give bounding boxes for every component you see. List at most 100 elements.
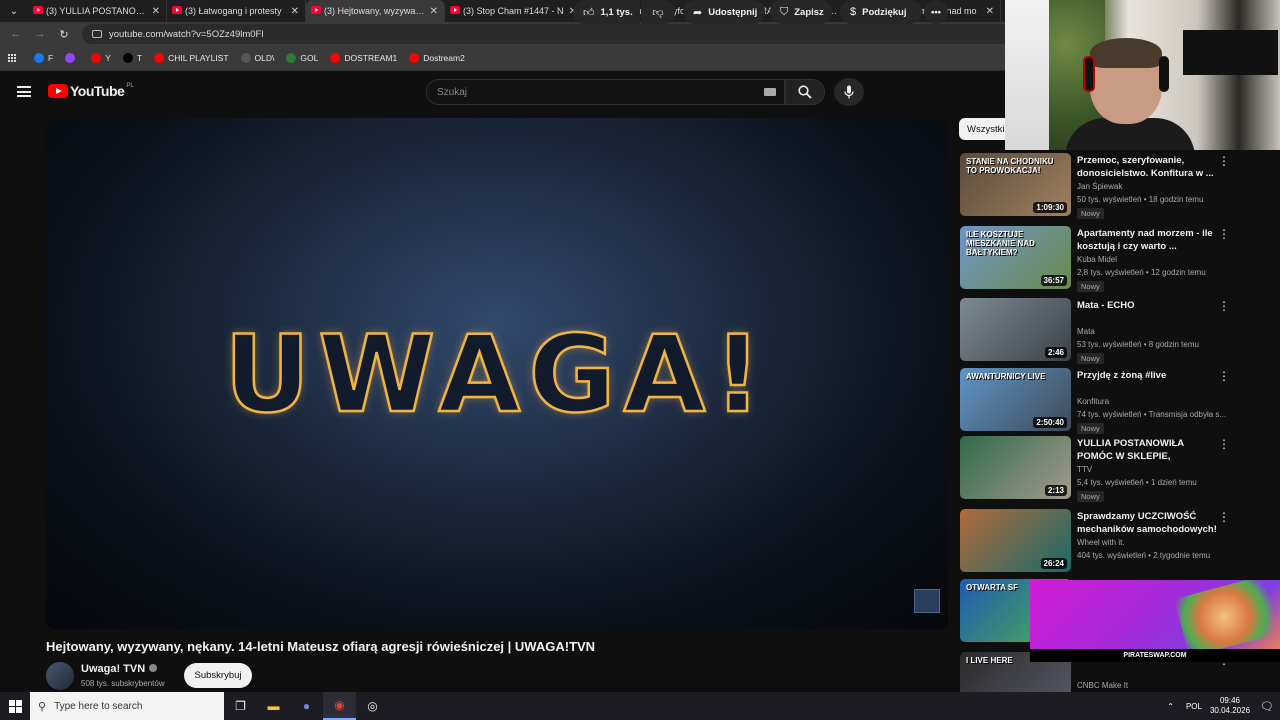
channel-name[interactable]: CNBC Make It [1077,681,1128,690]
video-player[interactable]: UWAGA! [46,118,948,629]
forward-button[interactable]: → [28,28,52,40]
bookmark-item[interactable]: Y [91,53,111,63]
search-input[interactable]: Szukaj [426,79,785,105]
video-thumbnail[interactable]: ILE KOSZTUJE MIESZKANIE NAD BAŁTYKIEM? 36… [960,226,1071,289]
browser-tab[interactable]: (3) Łatwogang i protesty ✕ [167,0,306,22]
more-options-icon[interactable]: ⋮ [1218,228,1230,240]
channel-name[interactable]: TTV [1077,465,1092,474]
youtube-favicon-icon [33,6,43,14]
back-button[interactable]: ← [4,28,28,40]
tray-overflow-icon[interactable]: ⌃ [1167,702,1174,711]
like-button[interactable]: 👍︎ 1,1 tys. [573,0,640,24]
recommended-video[interactable]: 2:13 YULLIA POSTANOWIŁA POMÓC W SKLEPIE, … [960,436,1230,502]
video-thumbnail[interactable]: 2:13 [960,436,1071,499]
bookmark-item[interactable]: T [122,53,142,63]
youtube-masthead: YouTube PL Szukaj [0,72,1010,112]
search-button[interactable] [785,79,825,105]
browser-tab[interactable]: (3) YULLIA POSTANOWIŁA ✕ [28,0,167,22]
url-field[interactable]: youtube.com/watch?v=5OZz49lm0Fl [82,24,1022,44]
more-actions-button[interactable]: ••• [924,0,948,24]
bookmark-item[interactable]: F [34,53,53,63]
channel-name[interactable]: Konfitura [1077,397,1109,406]
system-tray: ⌃ POL 09:46 30.04.2026 🗨︎ [1167,692,1280,720]
channel-name[interactable]: Uwaga! TVN [81,663,145,675]
new-badge: Nowy [1077,281,1104,292]
tab-search-menu[interactable]: ⌄ [0,0,28,22]
bookmark-item[interactable]: CHIL PLAYLIST [154,53,229,63]
bookmark-item[interactable] [65,53,79,63]
video-thumbnail[interactable]: STANIE NA CHODNIKU TO PROWOKACJA! 1:09:30 [960,153,1071,216]
discord-icon[interactable]: ● [290,692,323,720]
chrome-icon[interactable]: ◉ [323,692,356,720]
obs-icon[interactable]: ◎ [356,692,389,720]
channel-name[interactable]: Jan Śpiewak [1077,182,1122,191]
youtube-logo[interactable]: YouTube PL [48,83,134,99]
save-button[interactable]: ⛉ Zapisz [770,0,832,24]
close-tab-icon[interactable]: ✕ [986,6,994,17]
more-options-icon[interactable]: ⋮ [1218,438,1230,450]
bookmark-label: CHIL PLAYLIST [168,53,229,63]
menu-icon[interactable] [17,86,31,97]
close-tab-icon[interactable]: ✕ [430,6,438,17]
close-tab-icon[interactable]: ✕ [152,6,160,17]
bookmark-item[interactable]: DOSTREAM1 [330,53,397,63]
webcam-overlay [1005,0,1280,150]
language-indicator[interactable]: POL [1186,702,1202,711]
more-options-icon[interactable]: ⋮ [1218,300,1230,312]
more-options-icon[interactable]: ⋮ [1218,155,1230,167]
bookmark-label: DOSTREAM1 [344,53,398,63]
recommended-video[interactable]: ILE KOSZTUJE MIESZKANIE NAD BAŁTYKIEM? 36… [960,226,1230,292]
site-info-icon[interactable] [92,30,102,38]
bookmark-favicon-icon [154,53,165,63]
recommended-video[interactable]: AWANTURNICY LIVE 2:50:40 Przyjdę z żoną #l… [960,368,1230,434]
video-thumbnail[interactable]: 2:46 [960,298,1071,361]
notifications-icon[interactable]: 🗨︎ [1260,700,1274,713]
video-title[interactable]: Przyjdę z żoną #live [1077,369,1217,382]
voice-search-button[interactable] [834,78,864,106]
video-title[interactable]: Przemoc, szeryfowanie, donosicielstwo. K… [1077,154,1217,180]
apps-grid-icon[interactable] [8,54,16,62]
video-title[interactable]: YULLIA POSTANOWIŁA POMÓC W SKLEPIE, PRAC… [1077,437,1217,463]
share-button[interactable]: ➦ Udostępnij [683,0,765,24]
video-title[interactable]: Apartamenty nad morzem - ile kosztują i … [1077,227,1217,253]
super-thanks-icon: $ [850,6,857,18]
youtube-play-icon [48,84,68,98]
more-options-icon[interactable]: ⋮ [1218,511,1230,523]
keyboard-icon[interactable] [764,88,776,96]
file-explorer-icon[interactable]: ▬ [257,692,290,720]
video-title[interactable]: Sprawdzamy UCZCIWOŚĆ mechaników samochod… [1077,510,1217,536]
clock[interactable]: 09:46 30.04.2026 [1210,696,1250,716]
headphones-right [1159,56,1169,92]
browser-tab[interactable]: (3) Hejtowany, wyzywany ✕ [306,0,445,22]
bookmark-item[interactable]: Dostream2 [409,53,465,63]
channel-name[interactable]: Mata [1077,327,1095,336]
channel-name[interactable]: Kuba Midel [1077,255,1117,264]
bookmark-item[interactable]: OLD\ [240,53,274,63]
bookmark-favicon-icon [91,53,102,63]
bookmark-favicon-icon [122,53,133,63]
channel-name[interactable]: Wheel with it. [1077,538,1125,547]
recommended-video[interactable]: 26:24 Sprawdzamy UCZCIWOŚĆ mechaników sam… [960,509,1230,575]
video-thumbnail[interactable]: AWANTURNICY LIVE 2:50:40 [960,368,1071,431]
reload-button[interactable]: ↻ [52,28,76,41]
dislike-button[interactable]: 👎︎ [641,0,675,24]
taskbar-search-placeholder: Type here to search [54,700,143,712]
bookmark-item[interactable]: GOL [286,53,318,63]
more-options-icon[interactable]: ⋮ [1218,370,1230,382]
start-button[interactable] [0,692,30,720]
bookmark-list: F Y T CHIL PLAYLIST OLD\ GOL DOSTREAM1 Dostream… [34,53,477,63]
video-thumbnail[interactable]: 26:24 [960,509,1071,572]
channel-avatar[interactable] [46,662,74,690]
close-tab-icon[interactable]: ✕ [291,6,299,17]
browser-tab[interactable]: (3) Stop Cham #1447 - N✕ [445,0,584,22]
thanks-button[interactable]: $ Podziękuj [840,0,922,24]
recommended-video[interactable]: STANIE NA CHODNIKU TO PROWOKACJA! 1:09:30… [960,153,1230,219]
channel-name-row[interactable]: Uwaga! TVN [81,663,158,675]
video-title[interactable]: Mata - ECHO [1077,299,1217,312]
channel-watermark[interactable] [914,589,940,613]
taskbar-search[interactable]: ⚲ Type here to search [30,692,224,720]
new-badge: Nowy [1077,208,1104,219]
task-view-icon[interactable]: ❐ [224,692,257,720]
subscribe-button[interactable]: Subskrybuj [184,663,252,688]
recommended-video[interactable]: 2:46 Mata - ECHO Mata 53 tys. wyświetleń • … [960,298,1230,364]
